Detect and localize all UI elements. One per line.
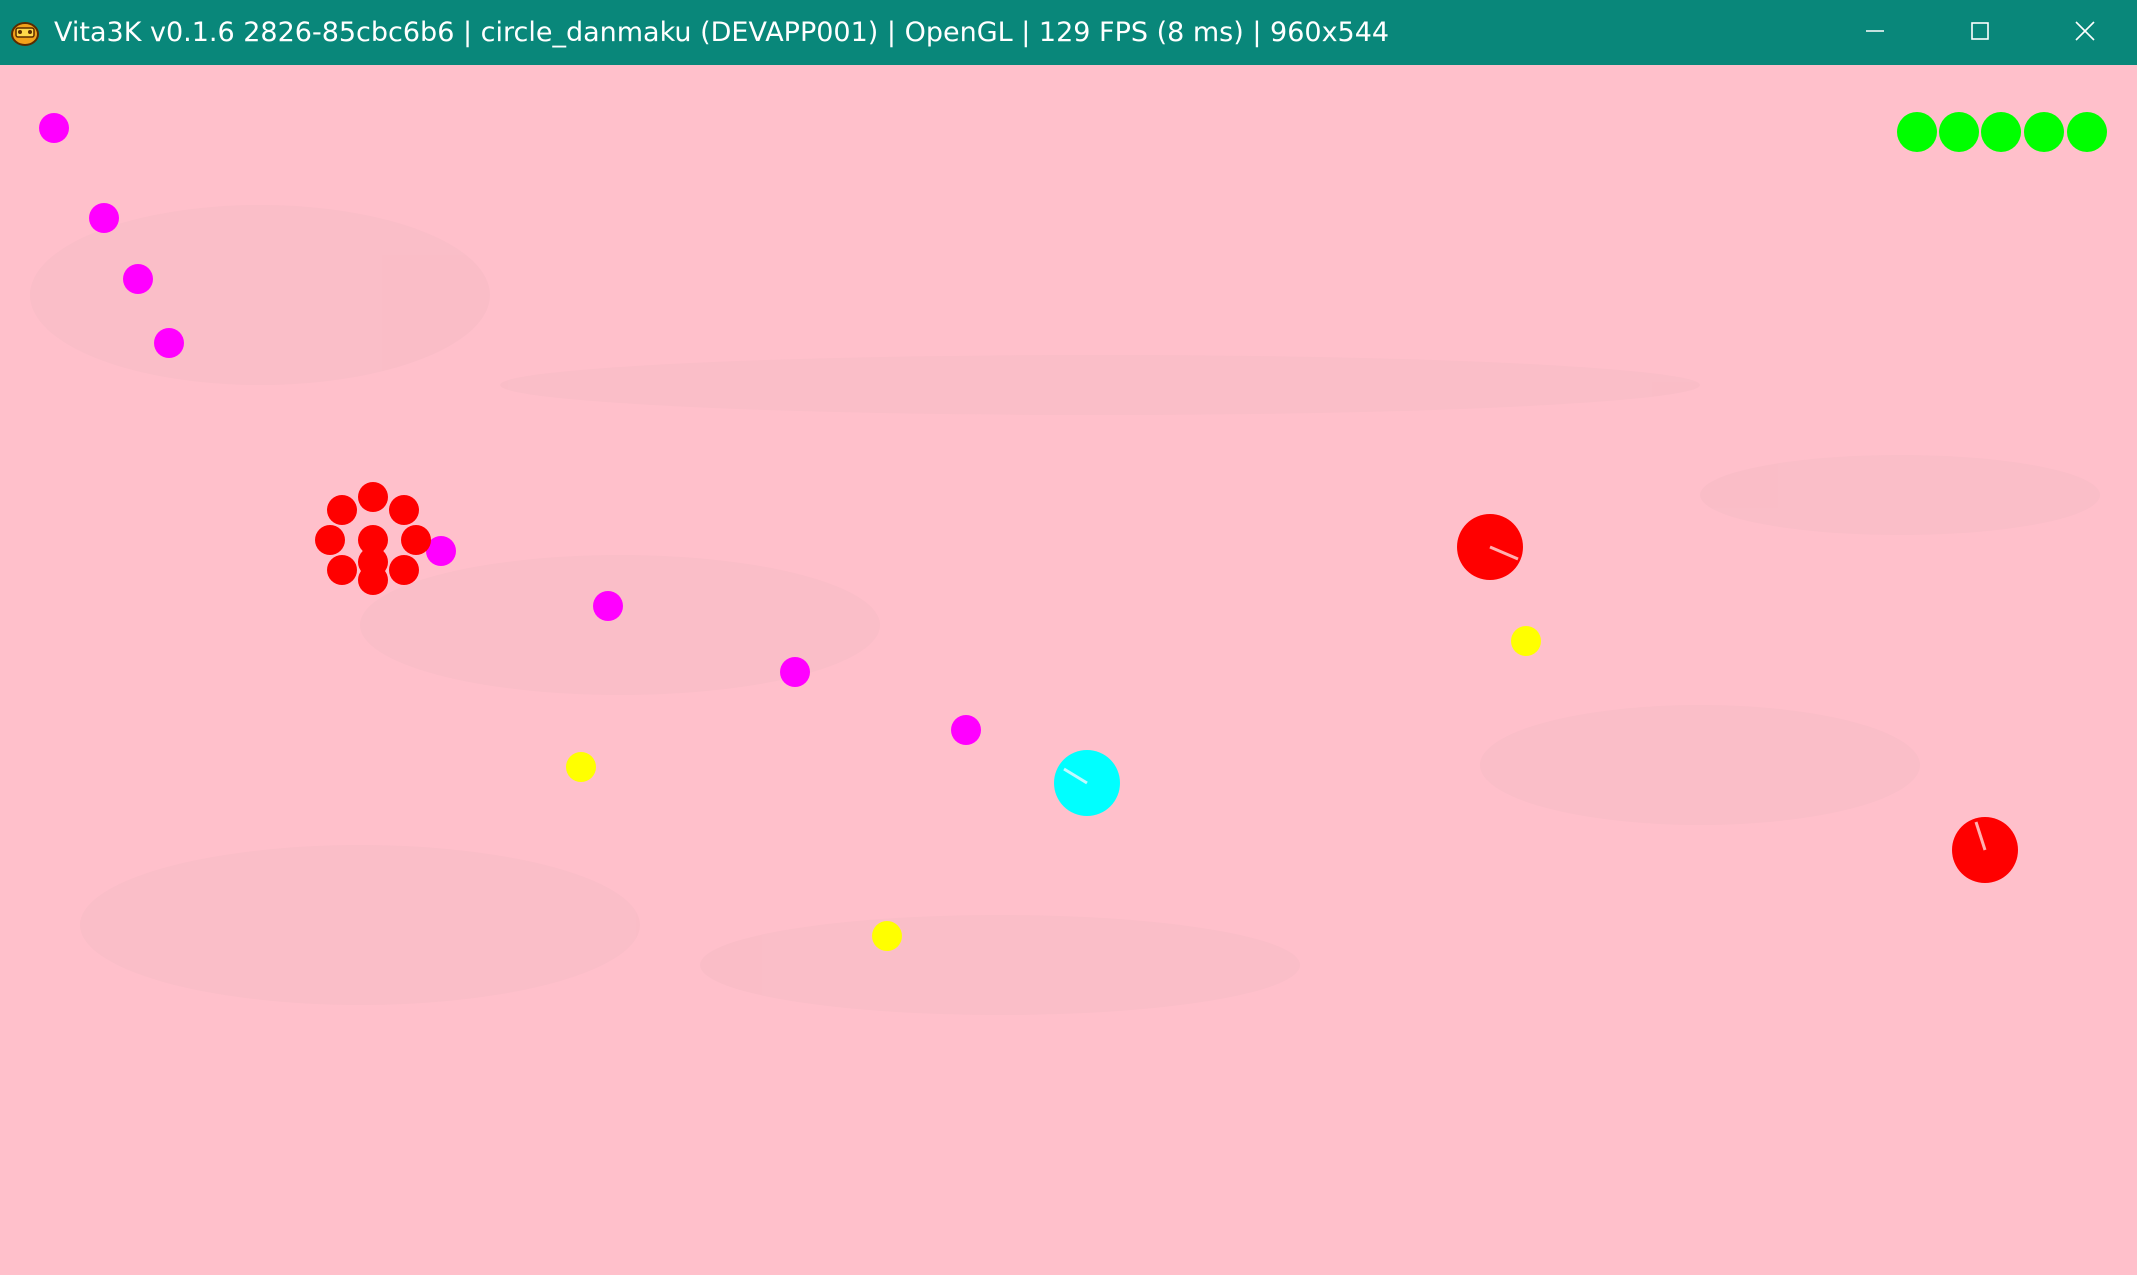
bullet xyxy=(358,482,388,512)
bullet xyxy=(389,495,419,525)
bullet xyxy=(358,525,388,555)
bullet xyxy=(358,565,388,595)
life-icon xyxy=(2067,112,2107,152)
bullet xyxy=(39,113,69,143)
bullet xyxy=(593,591,623,621)
life-icon xyxy=(1897,112,1937,152)
enemy xyxy=(1457,514,1523,580)
enemy xyxy=(1952,817,2018,883)
life-icon xyxy=(1939,112,1979,152)
bullet xyxy=(123,264,153,294)
bullet xyxy=(327,495,357,525)
bullet xyxy=(401,525,431,555)
bullet xyxy=(951,715,981,745)
title-bar[interactable]: Vita3K v0.1.6 2826-85cbc6b6 | circle_dan… xyxy=(0,0,2137,65)
vita3k-logo-icon xyxy=(8,16,42,50)
red-bullet-cluster xyxy=(315,482,431,595)
window-controls xyxy=(1822,0,2137,65)
background-texture xyxy=(30,205,2100,1015)
life-icon xyxy=(1981,112,2021,152)
bullet xyxy=(872,921,902,951)
bullet xyxy=(1511,626,1541,656)
bullet xyxy=(315,525,345,555)
bullet xyxy=(780,657,810,687)
close-button[interactable] xyxy=(2032,0,2137,65)
window-title: Vita3K v0.1.6 2826-85cbc6b6 | circle_dan… xyxy=(54,17,1390,48)
bullet xyxy=(566,752,596,782)
emulator-window: Vita3K v0.1.6 2826-85cbc6b6 | circle_dan… xyxy=(0,0,2137,1275)
player-ship xyxy=(1054,750,1120,816)
maximize-button[interactable] xyxy=(1927,0,2032,65)
bullet xyxy=(389,555,419,585)
lives-indicator xyxy=(1897,112,2107,152)
minimize-button[interactable] xyxy=(1822,0,1927,65)
close-icon xyxy=(2074,20,2096,46)
maximize-icon xyxy=(1969,20,1991,46)
bullet xyxy=(89,203,119,233)
game-viewport[interactable] xyxy=(0,65,2137,1275)
bullet xyxy=(154,328,184,358)
bullet xyxy=(327,555,357,585)
game-canvas xyxy=(30,112,2107,1015)
minimize-icon xyxy=(1864,20,1886,46)
life-icon xyxy=(2024,112,2064,152)
